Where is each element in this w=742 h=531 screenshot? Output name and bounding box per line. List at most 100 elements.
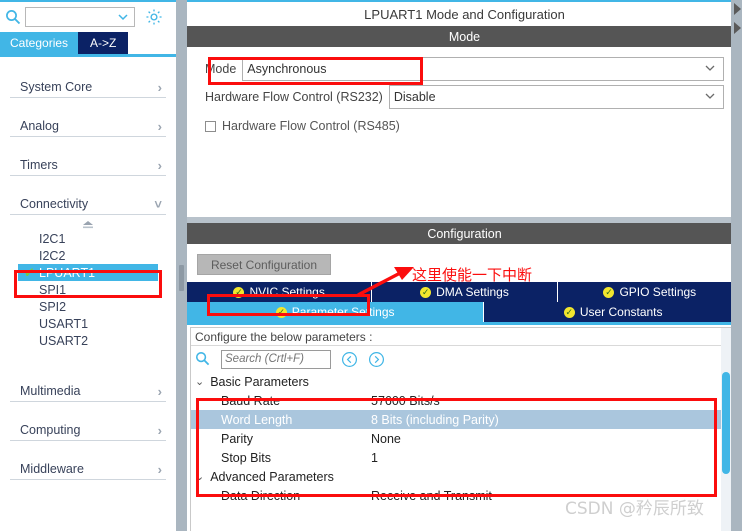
sidebar-item-spi2[interactable]: SPI2	[0, 298, 176, 315]
chevron-down-icon[interactable]: ⌄	[195, 470, 204, 483]
check-circle-icon: ✓	[233, 286, 245, 298]
sidebar-item-label: Timers	[20, 158, 58, 172]
mode-field-row: Mode Asynchronous	[205, 57, 724, 81]
tab-label: GPIO Settings	[619, 285, 697, 299]
param-group-advanced[interactable]: ⌄ Advanced Parameters	[191, 467, 731, 486]
sidebar-item-usart2[interactable]: USART2	[0, 332, 176, 349]
hw-flow-rs232-row: Hardware Flow Control (RS232) Disable	[205, 85, 724, 109]
sidebar-item-i2c2[interactable]: I2C2	[0, 247, 176, 264]
hw-flow-rs485-row[interactable]: Hardware Flow Control (RS485)	[205, 119, 724, 133]
connectivity-sublist: I2C1 I2C2 ✓ LPUART1 SPI1 SPI2 USART1 USA…	[0, 230, 176, 349]
chevron-down-icon[interactable]	[703, 61, 717, 78]
sidebar-item-label: SPI2	[39, 299, 67, 314]
chevron-down-icon[interactable]	[116, 10, 130, 24]
chevron-right-icon: ›	[157, 422, 162, 438]
param-value: 57600 Bits/s	[371, 393, 440, 408]
param-group-label: Basic Parameters	[210, 374, 309, 389]
tab-categories[interactable]: Categories	[0, 32, 79, 54]
scroll-up-pip-icon[interactable]	[81, 217, 95, 229]
sidebar-item-label: Multimedia	[20, 384, 81, 398]
chevron-right-icon: ›	[157, 383, 162, 399]
tab-label: NVIC Settings	[249, 285, 325, 299]
param-name: Baud Rate	[221, 393, 281, 408]
sidebar-item-multimedia[interactable]: Multimedia ›	[10, 381, 166, 402]
sidebar-item-computing[interactable]: Computing ›	[10, 420, 166, 441]
tab-parameter-settings[interactable]: ✓ Parameter Settings	[187, 302, 485, 322]
sidebar-item-label: USART1	[39, 316, 89, 331]
parameter-search-box[interactable]	[221, 349, 331, 369]
hw-flow-rs485-checkbox[interactable]	[205, 120, 216, 132]
scroll-down-arrow-icon[interactable]	[734, 22, 741, 34]
parameter-scrollbar-thumb[interactable]	[722, 372, 730, 474]
chevron-right-circle-icon[interactable]	[368, 351, 385, 368]
page-title: LPUART1 Mode and Configuration	[187, 2, 742, 26]
check-icon: ✓	[24, 264, 35, 280]
table-row[interactable]: Stop Bits 1	[191, 448, 731, 467]
sidebar-item-label: I2C1	[39, 231, 66, 246]
search-input[interactable]	[28, 9, 116, 25]
divider-grip[interactable]	[179, 265, 184, 291]
sidebar-item-label: Analog	[20, 119, 59, 133]
sidebar-item-spi1[interactable]: SPI1	[0, 281, 176, 298]
param-value: 1	[371, 450, 378, 465]
table-row[interactable]: Baud Rate 57600 Bits/s	[191, 391, 731, 410]
parameters-table: ⌄ Basic Parameters Baud Rate 57600 Bits/…	[191, 372, 731, 505]
sidebar-item-label: USART2	[39, 333, 89, 348]
configuration-section-body: Reset Configuration ✓ NVIC Settings ✓ DM…	[187, 244, 742, 531]
gear-icon[interactable]	[145, 8, 163, 26]
param-name: Stop Bits	[221, 450, 272, 465]
sidebar-item-system-core[interactable]: System Core ›	[10, 77, 166, 98]
sidebar-item-label: System Core	[20, 80, 93, 94]
sidebar-item-connectivity[interactable]: Connectivity ˅	[10, 194, 166, 215]
application-window: Categories A->Z System Core › Analog › T…	[0, 0, 742, 531]
chevron-left-circle-icon[interactable]	[341, 351, 358, 368]
sidebar-item-label: Middleware	[20, 462, 84, 476]
tab-gpio-settings[interactable]: ✓ GPIO Settings	[558, 282, 742, 302]
table-row[interactable]: Parity None	[191, 429, 731, 448]
chevron-down-icon: ˅	[154, 196, 162, 212]
mode-select[interactable]: Asynchronous	[242, 57, 724, 81]
chevron-down-icon[interactable]: ⌄	[195, 375, 204, 388]
check-circle-icon: ✓	[603, 286, 615, 298]
scroll-up-arrow-icon[interactable]	[734, 3, 741, 15]
sidebar-item-label: Connectivity	[20, 197, 89, 211]
panel-divider[interactable]	[176, 0, 187, 531]
configuration-section-header: Configuration	[187, 223, 742, 244]
sidebar-item-middleware[interactable]: Middleware ›	[10, 459, 166, 480]
sidebar-item-usart1[interactable]: USART1	[0, 315, 176, 332]
hw-flow-rs232-select[interactable]: Disable	[388, 85, 724, 109]
table-row[interactable]: Data Direction Receive and Transmit	[191, 486, 731, 505]
sidebar-item-label: I2C2	[39, 248, 66, 263]
tab-a-to-z[interactable]: A->Z	[78, 32, 129, 54]
tab-nvic-settings[interactable]: ✓ NVIC Settings	[187, 282, 373, 302]
window-scroll-rail[interactable]	[731, 0, 742, 531]
sidebar-item-i2c1[interactable]: I2C1	[0, 230, 176, 247]
annotation-note: 这里使能一下中断	[412, 266, 533, 284]
chevron-right-icon: ›	[157, 79, 162, 95]
parameter-search-input[interactable]	[225, 351, 325, 367]
annotation-arrow	[357, 267, 414, 297]
mode-section-header: Mode	[187, 26, 742, 47]
tab-label: DMA Settings	[436, 285, 509, 299]
table-row[interactable]: Word Length 8 Bits (including Parity)	[191, 410, 731, 429]
sidebar-item-lpuart1[interactable]: ✓ LPUART1	[18, 264, 158, 281]
param-name: Parity	[221, 431, 253, 446]
param-group-basic[interactable]: ⌄ Basic Parameters	[191, 372, 731, 391]
param-name: Word Length	[221, 412, 293, 427]
search-icon	[195, 351, 211, 367]
search-icon	[5, 9, 21, 25]
check-circle-icon: ✓	[563, 306, 575, 318]
tab-user-constants[interactable]: ✓ User Constants	[484, 302, 742, 322]
chevron-down-icon[interactable]	[703, 89, 717, 106]
reset-configuration-button[interactable]: Reset Configuration	[197, 254, 331, 275]
sidebar-item-analog[interactable]: Analog ›	[10, 116, 166, 137]
hw-flow-rs232-label: Hardware Flow Control (RS232)	[205, 90, 383, 104]
tab-label: User Constants	[579, 305, 663, 319]
sidebar-search-box[interactable]	[25, 7, 135, 27]
sidebar-item-timers[interactable]: Timers ›	[10, 155, 166, 176]
sidebar-search-row	[0, 4, 176, 30]
